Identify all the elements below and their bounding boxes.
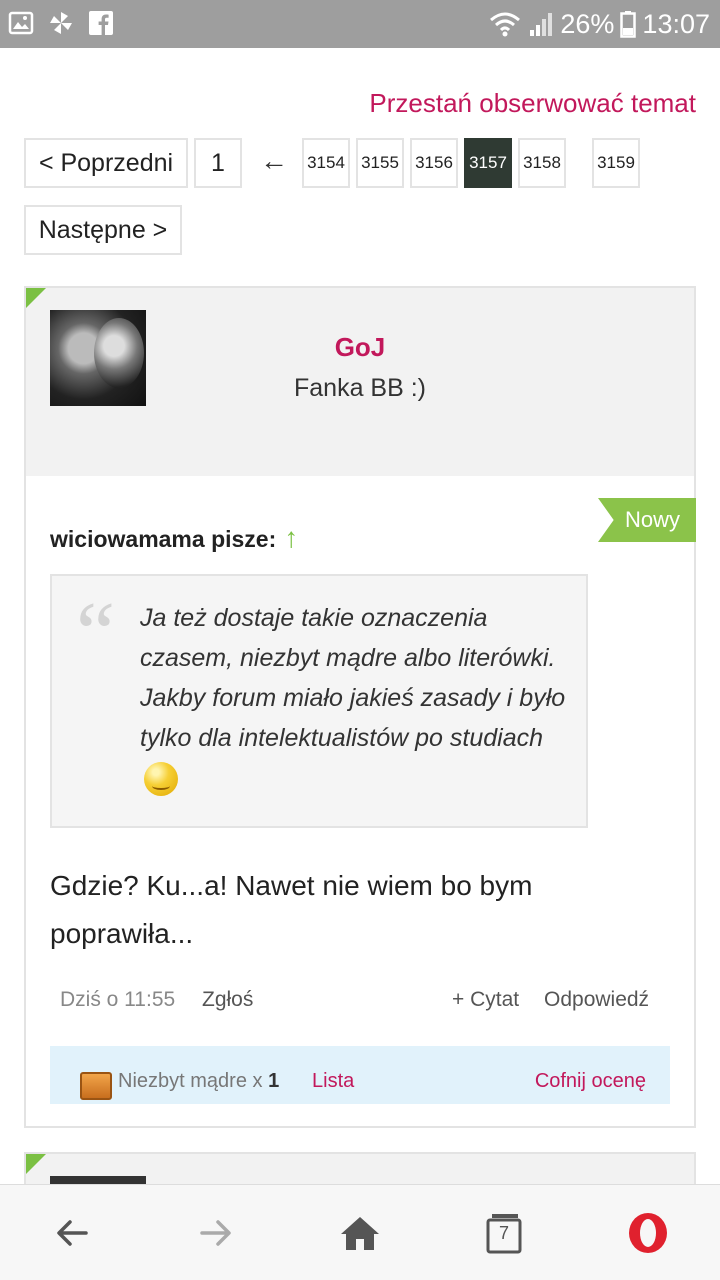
forward-icon: [200, 1220, 231, 1246]
undo-rating-link[interactable]: Cofnij ocenę: [535, 1070, 646, 1093]
quote-author-label: wiciowamama pisze:: [50, 526, 277, 552]
report-link[interactable]: Zgłoś: [202, 988, 253, 1012]
post-body: Gdzie? Ku...a! Nawet nie wiem bo bym pop…: [50, 870, 533, 949]
page-button-3159[interactable]: 3159: [592, 138, 640, 188]
page-button-3158[interactable]: 3158: [518, 138, 566, 188]
post-author-name[interactable]: GoJ: [26, 332, 694, 363]
quote-block: “ Ja też dostaje takie oznaczenia czasem…: [50, 574, 588, 828]
page-label: 3159: [597, 153, 635, 172]
battery-icon: [620, 11, 637, 38]
forum-post: GoJ Fanka BB :) Nowy wiciowamama pisze: ↑…: [24, 286, 696, 1128]
page-button-current[interactable]: 3157: [464, 138, 512, 188]
system-status: 26% 13:07: [488, 6, 710, 42]
prev-page-label: < Poprzedni: [38, 148, 174, 177]
tabs-count: 7: [498, 1223, 509, 1243]
post-date[interactable]: Dziś o 11:55: [60, 988, 175, 1012]
gallery-icon: [8, 11, 34, 35]
battery-percent: 26%: [560, 8, 615, 39]
opera-menu-button[interactable]: [618, 1205, 678, 1261]
page-label: 3158: [523, 153, 561, 172]
post-author-title: Fanka BB :): [294, 374, 426, 402]
browser-navbar: 7: [0, 1184, 720, 1280]
quote-mark-icon: “: [76, 585, 116, 682]
rating-list-link[interactable]: Lista: [312, 1070, 354, 1093]
forum-page: Przestań obserwować temat < Poprzedni 1 …: [0, 48, 720, 1184]
quote-author: wiciowamama pisze: ↑: [50, 522, 298, 554]
rating-bar: Niezbyt mądre x 1 Lista Cofnij ocenę: [50, 1046, 670, 1104]
avatar[interactable]: [50, 1176, 146, 1184]
wifi-icon: [490, 12, 521, 37]
reply-button[interactable]: Odpowiedź: [544, 988, 649, 1012]
pinwheel-icon: [50, 12, 72, 34]
home-icon: [341, 1217, 379, 1250]
rating-label-text: Niezbyt mądre x: [118, 1070, 263, 1092]
quote-button[interactable]: + Cytat: [452, 988, 519, 1012]
new-post-badge: Nowy: [598, 498, 696, 542]
quote-text: Ja też dostaje takie oznaczenia czasem, …: [140, 598, 570, 798]
page-button-3154[interactable]: 3154: [302, 138, 350, 188]
jump-arrow-icon: ←: [260, 144, 288, 177]
status-bar: 26% 13:07: [0, 0, 720, 48]
go-to-quote-icon[interactable]: ↑: [284, 522, 298, 553]
post-corner-marker: [26, 288, 46, 308]
opera-icon: [629, 1213, 667, 1253]
page-label: 3156: [415, 153, 453, 172]
home-button[interactable]: [330, 1205, 390, 1261]
new-badge-label: Nowy: [624, 507, 680, 532]
page-label: 3157: [469, 153, 507, 172]
post-corner-marker: [26, 1154, 46, 1174]
tabs-button[interactable]: 7: [474, 1205, 534, 1261]
wink-smiley-icon: [144, 762, 178, 797]
page-label: 3155: [361, 153, 399, 172]
signal-icon: [530, 13, 553, 36]
notification-icons: [8, 10, 114, 36]
box-rating-icon: [80, 1072, 112, 1100]
page-button-3155[interactable]: 3155: [356, 138, 404, 188]
next-page-label: Następne >: [38, 215, 168, 244]
post-author-panel: GoJ Fanka BB :): [26, 288, 694, 476]
first-page-label: 1: [211, 148, 225, 177]
rating-label: Niezbyt mądre x 1: [118, 1070, 279, 1093]
clock: 13:07: [642, 8, 710, 39]
prev-page-button[interactable]: < Poprzedni: [24, 138, 188, 188]
unwatch-topic-link[interactable]: Przestań obserwować temat: [369, 88, 696, 119]
page-button-3156[interactable]: 3156: [410, 138, 458, 188]
rating-count: 1: [268, 1070, 280, 1092]
next-forum-post: [24, 1152, 696, 1184]
forward-button[interactable]: [186, 1205, 246, 1261]
quote-content: Ja też dostaje takie oznaczenia czasem, …: [140, 604, 566, 752]
first-page-button[interactable]: 1: [194, 138, 242, 188]
back-button[interactable]: [42, 1205, 102, 1261]
next-page-button[interactable]: Następne >: [24, 205, 182, 255]
page-label: 3154: [307, 153, 345, 172]
facebook-icon: [89, 11, 113, 35]
back-icon: [57, 1220, 88, 1246]
